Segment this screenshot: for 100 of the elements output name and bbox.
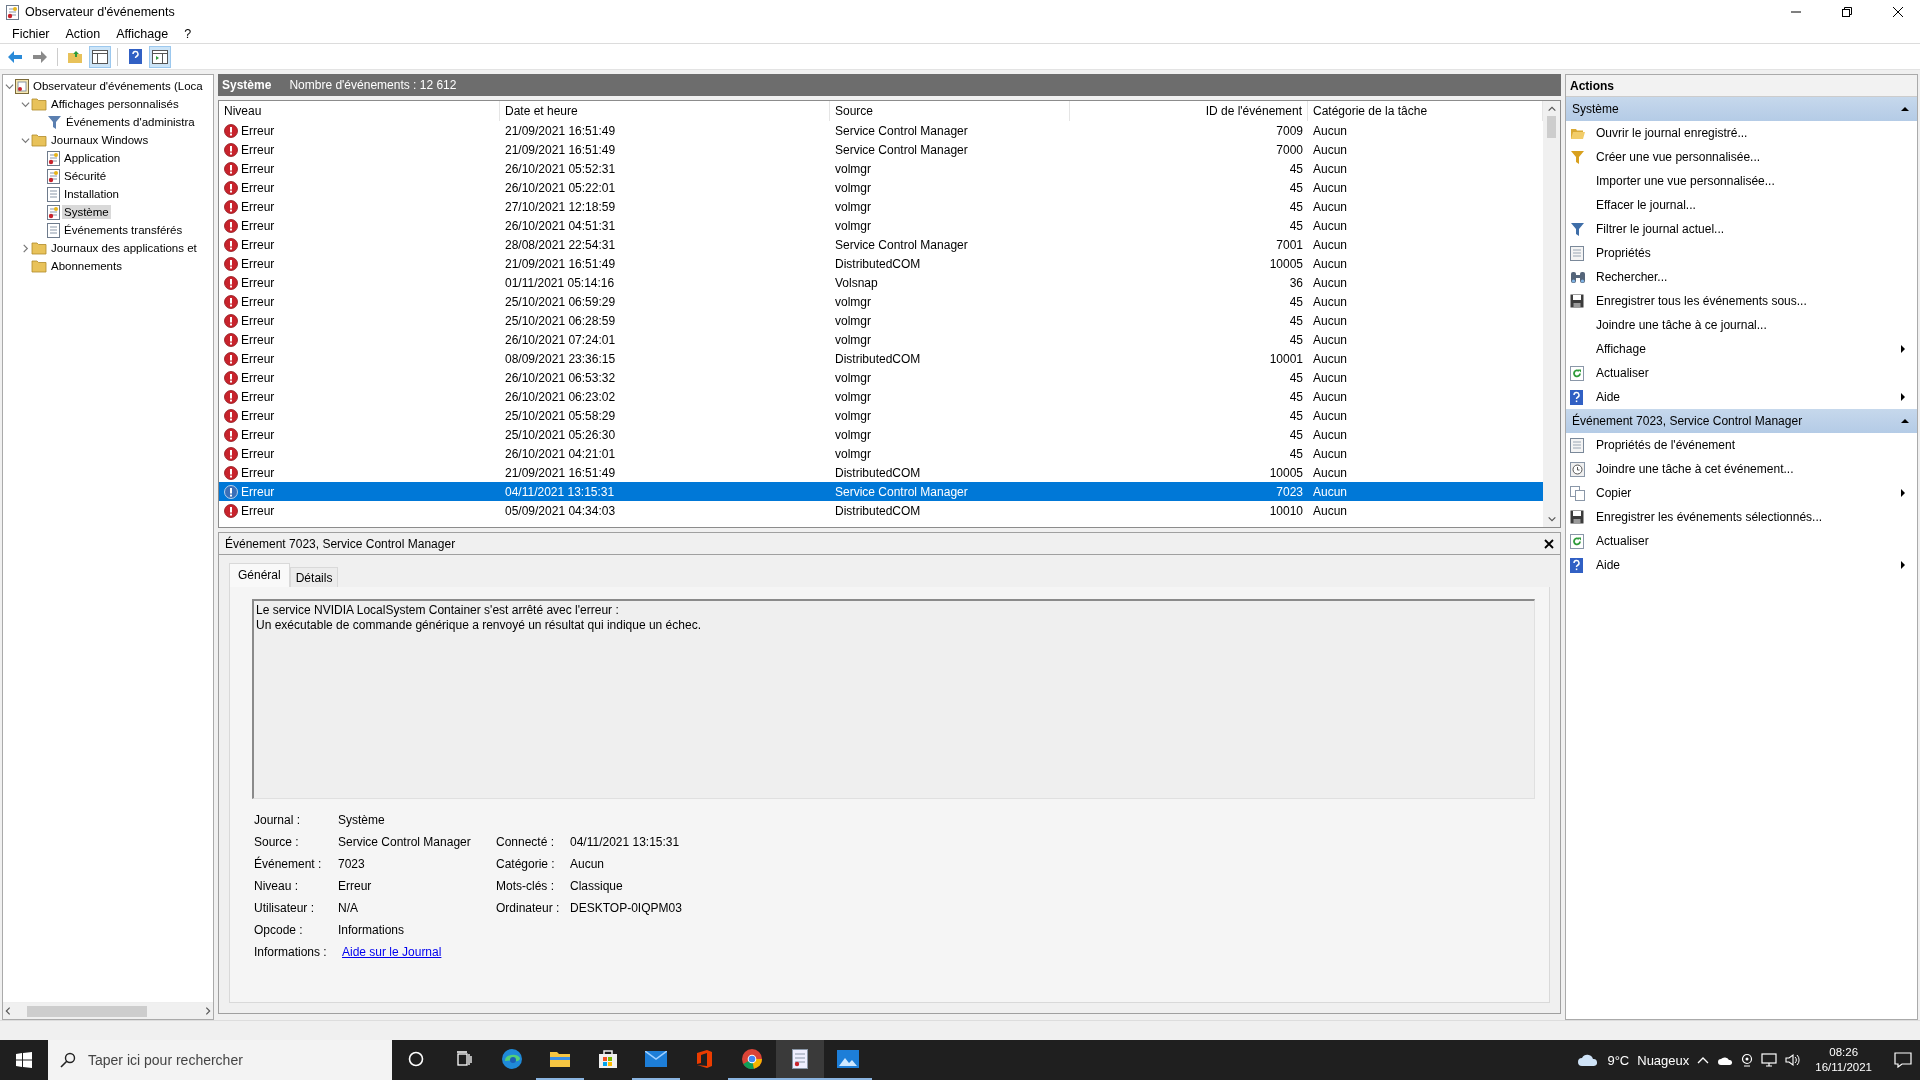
table-row[interactable]: Erreur 05/09/2021 04:34:03 DistributedCOM 10010 Aucun bbox=[219, 501, 1543, 520]
column-header[interactable]: Source bbox=[830, 101, 1070, 121]
table-row[interactable]: Erreur 21/09/2021 16:51:49 DistributedCOM 10005 Aucun bbox=[219, 254, 1543, 273]
pane-command[interactable]: Rechercher... bbox=[1566, 265, 1917, 289]
table-row[interactable]: Erreur 08/09/2021 23:36:15 DistributedCOM 10001 Aucun bbox=[219, 349, 1543, 368]
table-row[interactable]: Erreur 21/09/2021 16:51:49 Service Control Manager 7009 Aucun bbox=[219, 121, 1543, 140]
table-cell: Erreur bbox=[241, 389, 275, 404]
menu-item[interactable]: Fichier bbox=[4, 23, 58, 44]
tree-item[interactable]: Événements transférés bbox=[62, 223, 185, 237]
table-cell: volmgr bbox=[835, 294, 871, 309]
table-row[interactable]: Erreur 25/10/2021 06:59:29 volmgr 45 Aucun bbox=[219, 292, 1543, 311]
table-row[interactable]: Erreur 26/10/2021 04:21:01 volmgr 45 Aucun bbox=[219, 444, 1543, 463]
tree-item[interactable]: Journaux des applications et bbox=[49, 241, 199, 255]
section-header[interactable]: Système bbox=[1566, 97, 1917, 121]
table-cell: Service Control Manager bbox=[835, 484, 968, 499]
pane-command[interactable]: Actualiser bbox=[1566, 361, 1917, 385]
table-row[interactable]: Erreur 26/10/2021 07:24:01 volmgr 45 Aucun bbox=[219, 330, 1543, 349]
table-cell: 45 bbox=[1289, 332, 1303, 347]
table-cell: 45 bbox=[1289, 370, 1303, 385]
table-row[interactable]: Erreur 26/10/2021 06:53:32 volmgr 45 Aucun bbox=[219, 368, 1543, 387]
table-cell: Erreur bbox=[241, 256, 275, 271]
table-cell: Erreur bbox=[241, 370, 275, 385]
table-cell: Erreur bbox=[241, 484, 275, 499]
tree-item[interactable]: Événements d'administra bbox=[64, 115, 197, 129]
temperature[interactable]: 9°C bbox=[1607, 1052, 1630, 1068]
pane-command[interactable]: Actualiser bbox=[1566, 529, 1917, 553]
tab[interactable]: Détails bbox=[289, 567, 339, 587]
table-row[interactable]: Erreur 01/11/2021 05:14:16 Volsnap 36 Aucun bbox=[219, 273, 1543, 292]
weather-condition[interactable]: Nuageux bbox=[1637, 1052, 1690, 1068]
pane-command[interactable]: Joindre une tâche à ce journal... bbox=[1566, 313, 1917, 337]
pane-command[interactable]: Affichage bbox=[1566, 337, 1917, 361]
clock[interactable]: 08:26 16/11/2021 bbox=[1809, 1045, 1878, 1075]
tree-item[interactable]: Journaux Windows bbox=[49, 133, 151, 147]
table-row[interactable]: Erreur 25/10/2021 05:58:29 volmgr 45 Aucun bbox=[219, 406, 1543, 425]
search-field[interactable]: Taper ici pour rechercher bbox=[86, 1051, 392, 1069]
table-row[interactable]: Erreur 28/08/2021 22:54:31 Service Control Manager 7001 Aucun bbox=[219, 235, 1543, 254]
field-value: Classique bbox=[570, 879, 624, 893]
table-row[interactable]: Erreur 26/10/2021 04:51:31 volmgr 45 Aucun bbox=[219, 216, 1543, 235]
pane-command[interactable]: Filtrer le journal actuel... bbox=[1566, 217, 1917, 241]
field-value: Système bbox=[338, 813, 386, 827]
field-label: Utilisateur : bbox=[254, 901, 316, 915]
pane-command[interactable]: Propriétés bbox=[1566, 241, 1917, 265]
table-row[interactable]: Erreur 26/10/2021 06:23:02 volmgr 45 Aucun bbox=[219, 387, 1543, 406]
pane-command[interactable]: Effacer le journal... bbox=[1566, 193, 1917, 217]
pane-command[interactable]: Importer une vue personnalisée... bbox=[1566, 169, 1917, 193]
table-row[interactable]: Erreur 25/10/2021 06:28:59 volmgr 45 Aucun bbox=[219, 311, 1543, 330]
pane-command[interactable]: Joindre une tâche à cet événement... bbox=[1566, 457, 1917, 481]
pane-command[interactable]: Ouvrir le journal enregistré... bbox=[1566, 121, 1917, 145]
pane-command[interactable]: Créer une vue personnalisée... bbox=[1566, 145, 1917, 169]
table-row[interactable]: Erreur 26/10/2021 05:52:31 volmgr 45 Aucun bbox=[219, 159, 1543, 178]
tree-item[interactable]: Installation bbox=[62, 187, 121, 201]
table-row[interactable]: Erreur 26/10/2021 05:22:01 volmgr 45 Aucun bbox=[219, 178, 1543, 197]
table-cell: Aucun bbox=[1313, 123, 1348, 138]
table-cell: Aucun bbox=[1313, 503, 1348, 518]
table-row[interactable]: Erreur 04/11/2021 13:15:31 Service Control Manager 7023 Aucun bbox=[219, 482, 1543, 501]
section-header[interactable]: Événement 7023, Service Control Manager bbox=[1566, 409, 1917, 433]
table-cell: volmgr bbox=[835, 218, 871, 233]
tree-item[interactable]: Système bbox=[62, 205, 111, 219]
pane-command[interactable]: Enregistrer les événements sélectionnés... bbox=[1566, 505, 1917, 529]
help-link[interactable]: Aide sur le Journal bbox=[342, 945, 442, 959]
table-cell: 26/10/2021 05:22:01 bbox=[505, 180, 616, 195]
table-cell: 7009 bbox=[1276, 123, 1303, 138]
pane-command[interactable]: Enregistrer tous les événements sous... bbox=[1566, 289, 1917, 313]
tree-item[interactable]: Application bbox=[62, 151, 123, 165]
table-cell: volmgr bbox=[835, 199, 871, 214]
field-value: 04/11/2021 13:15:31 bbox=[570, 835, 681, 849]
table-cell: 26/10/2021 06:23:02 bbox=[505, 389, 616, 404]
menu-item[interactable]: ? bbox=[176, 23, 200, 44]
table-cell: Aucun bbox=[1313, 142, 1348, 157]
tree-item[interactable]: Observateur d'événements (Loca bbox=[31, 79, 205, 93]
message-text: Le service NVIDIA LocalSystem Container s'est arrêté avec l'erreur : bbox=[256, 603, 620, 618]
table-cell: 21/09/2021 16:51:49 bbox=[505, 142, 616, 157]
table-cell: volmgr bbox=[835, 408, 871, 423]
menu-item[interactable]: Affichage bbox=[108, 23, 177, 44]
table-cell: Service Control Manager bbox=[835, 142, 968, 157]
pane-command[interactable]: Propriétés de l'événement bbox=[1566, 433, 1917, 457]
pane-command[interactable]: Aide bbox=[1566, 553, 1917, 577]
tree-item[interactable]: Sécurité bbox=[62, 169, 109, 183]
tree-item[interactable]: Affichages personnalisés bbox=[49, 97, 181, 111]
table-cell: 10005 bbox=[1269, 256, 1303, 271]
table-cell: Aucun bbox=[1313, 465, 1348, 480]
tree-item[interactable]: Abonnements bbox=[49, 259, 124, 273]
table-row[interactable]: Erreur 27/10/2021 12:18:59 volmgr 45 Aucun bbox=[219, 197, 1543, 216]
search-bar[interactable]: Taper ici pour rechercher bbox=[48, 1040, 392, 1080]
pane-command[interactable]: Copier bbox=[1566, 481, 1917, 505]
table-cell: 08/09/2021 23:36:15 bbox=[505, 351, 616, 366]
pane-command[interactable]: Aide bbox=[1566, 385, 1917, 409]
column-header[interactable]: Date et heure bbox=[500, 101, 830, 121]
table-cell: 28/08/2021 22:54:31 bbox=[505, 237, 616, 252]
table-row[interactable]: Erreur 21/09/2021 16:51:49 DistributedCOM 10005 Aucun bbox=[219, 463, 1543, 482]
table-row[interactable]: Erreur 21/09/2021 16:51:49 Service Control Manager 7000 Aucun bbox=[219, 140, 1543, 159]
table-cell: Erreur bbox=[241, 351, 275, 366]
tab[interactable]: Général bbox=[229, 563, 290, 587]
column-header[interactable]: ID de l'événement bbox=[1070, 101, 1308, 121]
table-cell: 26/10/2021 04:21:01 bbox=[505, 446, 616, 461]
log-title: Système bbox=[222, 78, 272, 92]
menu-item[interactable]: Action bbox=[57, 23, 109, 44]
table-row[interactable]: Erreur 25/10/2021 05:26:30 volmgr 45 Aucun bbox=[219, 425, 1543, 444]
field-value: 7023 bbox=[338, 857, 366, 871]
column-header[interactable]: Niveau bbox=[219, 101, 500, 121]
